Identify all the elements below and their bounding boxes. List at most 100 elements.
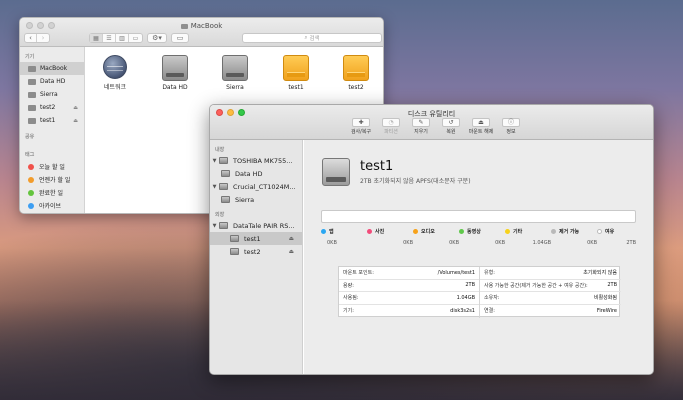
eject-icon: ⏏ bbox=[472, 118, 490, 127]
finder-item-data-hd[interactable]: Data HD bbox=[150, 55, 200, 91]
sidebar-item-macbook[interactable]: MacBook bbox=[20, 62, 84, 75]
sidebar-tag-someday[interactable]: 언젠가 할 일 bbox=[20, 173, 84, 186]
sidebar-header-devices: 기기 bbox=[25, 54, 35, 60]
toolbar-label: 마운트 해제 bbox=[468, 129, 494, 135]
eject-icon[interactable]: ⏏ bbox=[73, 118, 78, 124]
forward-button[interactable]: › bbox=[37, 34, 49, 42]
action-gear-button[interactable]: ⚙▾ bbox=[147, 33, 167, 43]
disclosure-triangle-icon[interactable]: ▼ bbox=[210, 223, 219, 229]
network-globe-icon bbox=[103, 55, 127, 79]
legend-value: 0KB bbox=[403, 240, 413, 246]
sidebar-tag-archive[interactable]: 아카이브 bbox=[20, 199, 84, 212]
info-value: 2TB bbox=[607, 282, 617, 289]
search-placeholder: 검색 bbox=[309, 36, 320, 42]
finder-item-label: test1 bbox=[288, 84, 304, 91]
view-mode-selector: ▦ ☰ ▥ ▭ bbox=[89, 33, 143, 43]
column-view-icon[interactable]: ▥ bbox=[116, 34, 129, 42]
toolbar-label: 지우기 bbox=[414, 129, 428, 135]
volume-item-test2[interactable]: test2 ⏏ bbox=[210, 245, 302, 258]
legend-color-dot bbox=[597, 229, 602, 234]
finder-item-label: 네트워크 bbox=[103, 84, 127, 91]
disk-item-crucial[interactable]: ▼ Crucial_CT1024M... bbox=[210, 180, 302, 193]
sidebar-item-test1[interactable]: test1 ⏏ bbox=[20, 114, 84, 127]
legend-label: 앱 bbox=[329, 229, 334, 235]
info-key: 연결: bbox=[484, 308, 495, 315]
toolbar-label: 복원 bbox=[446, 129, 456, 135]
volume-drive-icon bbox=[322, 158, 350, 186]
sidebar-tag-urgent[interactable]: 긴급 bbox=[20, 212, 84, 213]
share-button[interactable]: ▭ bbox=[171, 33, 189, 43]
restore-icon: ↺ bbox=[442, 118, 460, 127]
sidebar-tag-done[interactable]: 완료한 일 bbox=[20, 186, 84, 199]
first-aid-button[interactable]: ✚ 검사/복구 bbox=[346, 118, 376, 135]
sidebar-item-test2[interactable]: test2 ⏏ bbox=[20, 101, 84, 114]
sidebar-item-label: 완료한 일 bbox=[39, 190, 63, 197]
info-row-available: 사용 가능한 공간(제거 가능한 공간 + 여유 공간): 2TB bbox=[480, 280, 621, 292]
disk-item-datatale[interactable]: ▼ DataTale PAIR RS... bbox=[210, 219, 302, 232]
info-key: 유형: bbox=[484, 270, 495, 277]
restore-button[interactable]: ↺ 복원 bbox=[436, 118, 466, 135]
finder-item-network[interactable]: 네트워크 bbox=[90, 55, 140, 91]
legend-value: 0KB bbox=[587, 240, 597, 246]
sidebar-item-sierra[interactable]: Sierra bbox=[20, 88, 84, 101]
info-row-capacity: 용량: 2TB bbox=[339, 280, 479, 292]
list-view-icon[interactable]: ☰ bbox=[103, 34, 116, 42]
finder-titlebar[interactable]: MacBook ‹ › ▦ ☰ ▥ ▭ ⚙▾ ▭ ⌕ 검색 bbox=[20, 18, 383, 47]
finder-item-sierra[interactable]: Sierra bbox=[210, 55, 260, 91]
erase-button[interactable]: ✎ 지우기 bbox=[406, 118, 436, 135]
finder-item-label: test2 bbox=[348, 84, 364, 91]
legend-label: 사진 bbox=[375, 229, 385, 235]
hard-drive-icon bbox=[28, 117, 36, 124]
sidebar-item-label: 아카이브 bbox=[39, 203, 62, 210]
legend-color-dot bbox=[505, 229, 510, 234]
disk-utility-titlebar[interactable]: 디스크 유틸리티 ✚ 검사/복구 ◔ 파티션 ✎ 지우기 ↺ 복원 ⏏ 마운트 … bbox=[210, 105, 653, 140]
icon-view-icon[interactable]: ▦ bbox=[90, 34, 103, 42]
eject-icon[interactable]: ⏏ bbox=[73, 105, 78, 111]
storage-usage-bar bbox=[321, 210, 636, 223]
unmount-button[interactable]: ⏏ 마운트 해제 bbox=[466, 118, 496, 135]
info-row-mount-point: 마운트 포인트: /Volumes/test1 bbox=[339, 267, 479, 280]
hard-drive-icon bbox=[219, 157, 228, 164]
external-drive-icon bbox=[343, 55, 369, 81]
legend-color-dot bbox=[551, 229, 556, 234]
legend-color-dot bbox=[321, 229, 326, 234]
info-button[interactable]: ⓘ 정보 bbox=[496, 118, 526, 135]
finder-item-label: Data HD bbox=[162, 84, 188, 91]
sidebar-item-label: MacBook bbox=[40, 65, 68, 72]
legend-color-dot bbox=[459, 229, 464, 234]
hard-drive-icon bbox=[219, 183, 228, 190]
gear-icon: ⚙▾ bbox=[152, 34, 162, 42]
partition-button[interactable]: ◔ 파티션 bbox=[376, 118, 406, 135]
sidebar-header-tags: 태그 bbox=[25, 152, 35, 158]
volume-icon bbox=[230, 248, 239, 255]
volume-item-data-hd[interactable]: Data HD bbox=[210, 167, 302, 180]
sidebar-item-data-hd[interactable]: Data HD bbox=[20, 75, 84, 88]
disk-item-toshiba[interactable]: ▼ TOSHIBA MK755... bbox=[210, 154, 302, 167]
info-key: 사용됨: bbox=[343, 295, 359, 302]
disk-item-label: Data HD bbox=[235, 169, 263, 178]
sidebar-item-label: 언젠가 할 일 bbox=[39, 177, 71, 184]
volume-item-test1[interactable]: test1 ⏏ bbox=[210, 232, 302, 245]
volume-item-sierra[interactable]: Sierra bbox=[210, 193, 302, 206]
finder-item-test2[interactable]: test2 bbox=[331, 55, 381, 91]
back-button[interactable]: ‹ bbox=[25, 34, 37, 42]
volume-description: 2TB 초기화되지 않음 APFS(대소문자 구분) bbox=[360, 178, 471, 185]
search-field[interactable]: ⌕ 검색 bbox=[242, 33, 382, 43]
toolbar-label: 정보 bbox=[506, 129, 516, 135]
info-key: 소유자: bbox=[484, 295, 500, 302]
legend-value: 0KB bbox=[327, 240, 337, 246]
share-icon: ▭ bbox=[176, 34, 184, 42]
sidebar-item-label: test2 bbox=[40, 104, 56, 111]
cover-flow-icon[interactable]: ▭ bbox=[129, 34, 142, 42]
eject-icon[interactable]: ⏏ bbox=[289, 249, 294, 255]
finder-sidebar: 기기 MacBook Data HD Sierra test2 ⏏ test1 … bbox=[20, 47, 85, 213]
info-value: disk3s2s1 bbox=[450, 307, 475, 314]
legend-label: 제거 가능 bbox=[559, 229, 580, 235]
disk-item-label: test2 bbox=[244, 247, 261, 256]
finder-item-test1[interactable]: test1 bbox=[271, 55, 321, 91]
disclosure-triangle-icon[interactable]: ▼ bbox=[210, 184, 219, 190]
disclosure-triangle-icon[interactable]: ▼ bbox=[210, 158, 219, 164]
legend-value: 0KB bbox=[495, 240, 505, 246]
sidebar-tag-today[interactable]: 오늘 할 일 bbox=[20, 160, 84, 173]
eject-icon[interactable]: ⏏ bbox=[289, 236, 294, 242]
